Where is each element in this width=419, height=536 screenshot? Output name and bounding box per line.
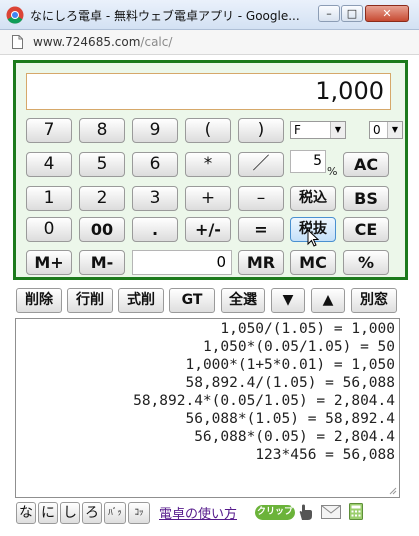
key-memory-minus[interactable]: M- <box>79 250 125 275</box>
mouse-cursor-icon <box>307 229 319 247</box>
digits-select-value: 0 <box>373 123 381 137</box>
key-1[interactable]: 1 <box>26 186 72 211</box>
tax-unit-label: % <box>327 165 338 178</box>
history-textarea[interactable]: 1,050/(1.05) = 1,000 1,050*(0.05/1.05) =… <box>15 318 400 498</box>
brand-key-na[interactable]: な <box>16 502 36 524</box>
history-line: 56,088*(1.05) = 58,892.4 <box>185 411 395 427</box>
key-close-paren[interactable]: ) <box>238 118 284 143</box>
key-7[interactable]: 7 <box>26 118 72 143</box>
key-backspace[interactable]: BS <box>343 186 389 211</box>
help-link[interactable]: 電卓の使い方 <box>159 503 237 522</box>
mail-icon[interactable] <box>321 505 341 519</box>
url-host: www.724685.com <box>33 35 141 49</box>
memory-display: 0 <box>132 250 232 275</box>
key-all-clear[interactable]: AC <box>343 152 389 177</box>
key-0[interactable]: 0 <box>26 217 72 242</box>
key-6[interactable]: 6 <box>132 152 178 177</box>
hand-icon[interactable] <box>297 503 313 521</box>
address-bar[interactable]: www.724685.com/calc/ <box>0 30 419 55</box>
rounding-select-value: F <box>294 123 301 137</box>
brand-key-ko[interactable]: ｺｯ <box>128 502 150 524</box>
key-2[interactable]: 2 <box>79 186 125 211</box>
key-memory-clear[interactable]: MC <box>290 250 336 275</box>
history-line: 58,892.4*(0.05/1.05) = 2,804.4 <box>133 393 395 409</box>
page-icon <box>12 35 23 49</box>
brand-key-shi[interactable]: し <box>60 502 80 524</box>
key-tax-included[interactable]: 税込 <box>290 186 336 211</box>
window-titlebar: なにしろ電卓 - 無料ウェブ電卓アプリ - Google... – □ ✕ <box>0 0 419 30</box>
key-9[interactable]: 9 <box>132 118 178 143</box>
window-title: なにしろ電卓 - 無料ウェブ電卓アプリ - Google... <box>30 9 300 23</box>
scroll-down-button[interactable]: ▼ <box>271 288 305 313</box>
chrome-icon <box>6 6 24 24</box>
key-3[interactable]: 3 <box>132 186 178 211</box>
select-all-button[interactable]: 全選 <box>221 288 265 313</box>
key-equals[interactable]: = <box>238 217 284 242</box>
history-line: 1,050*(0.05/1.05) = 50 <box>202 339 395 355</box>
url-path: /calc/ <box>140 35 173 49</box>
history-line: 56,088*(0.05) = 2,804.4 <box>194 429 395 445</box>
clip-button[interactable]: クリップ <box>255 505 295 520</box>
delete-line-button[interactable]: 行削 <box>67 288 113 313</box>
calculator-icon[interactable] <box>349 503 363 520</box>
history-line: 58,892.4/(1.05) = 56,088 <box>185 375 395 391</box>
scroll-up-button[interactable]: ▲ <box>311 288 345 313</box>
rounding-select[interactable]: F ▼ <box>290 121 346 139</box>
delete-expression-button[interactable]: 式削 <box>118 288 164 313</box>
resize-grip-icon[interactable] <box>389 487 397 495</box>
brand-key-ba[interactable]: ﾊﾞｯ <box>104 502 126 524</box>
maximize-button[interactable]: □ <box>341 5 363 22</box>
close-button[interactable]: ✕ <box>365 5 409 22</box>
grand-total-button[interactable]: GT <box>169 288 215 313</box>
key-8[interactable]: 8 <box>79 118 125 143</box>
history-line: 1,050/(1.05) = 1,000 <box>220 321 395 337</box>
history-line: 123*456 = 56,088 <box>255 447 395 463</box>
key-clear-entry[interactable]: CE <box>343 217 389 242</box>
delete-button[interactable]: 削除 <box>16 288 62 313</box>
key-4[interactable]: 4 <box>26 152 72 177</box>
chevron-down-icon: ▼ <box>330 122 345 138</box>
key-percent[interactable]: % <box>343 250 389 275</box>
history-line: 1,000*(1+5*0.01) = 1,050 <box>185 357 395 373</box>
key-plus-minus[interactable]: +/- <box>185 217 231 242</box>
key-open-paren[interactable]: ( <box>185 118 231 143</box>
brand-key-ni[interactable]: に <box>38 502 58 524</box>
minimize-button[interactable]: – <box>318 5 340 22</box>
digits-select[interactable]: 0 ▼ <box>369 121 403 139</box>
key-memory-recall[interactable]: MR <box>238 250 284 275</box>
calculator-panel: 1,000 7 8 9 ( ) F ▼ 0 ▼ 4 5 6 * ／ 5 % AC… <box>13 60 408 280</box>
brand-key-ro[interactable]: ろ <box>82 502 102 524</box>
key-plus[interactable]: + <box>185 186 231 211</box>
key-5[interactable]: 5 <box>79 152 125 177</box>
url-text[interactable]: www.724685.com/calc/ <box>33 35 172 49</box>
key-multiply[interactable]: * <box>185 152 231 177</box>
key-decimal[interactable]: . <box>132 217 178 242</box>
key-memory-plus[interactable]: M+ <box>26 250 72 275</box>
calc-display: 1,000 <box>26 73 391 110</box>
tax-rate-input[interactable]: 5 <box>290 150 326 173</box>
key-divide[interactable]: ／ <box>238 152 284 177</box>
new-window-button[interactable]: 別窓 <box>351 288 397 313</box>
chevron-down-icon: ▼ <box>387 122 402 138</box>
key-minus[interactable]: – <box>238 186 284 211</box>
key-00[interactable]: 00 <box>79 217 125 242</box>
